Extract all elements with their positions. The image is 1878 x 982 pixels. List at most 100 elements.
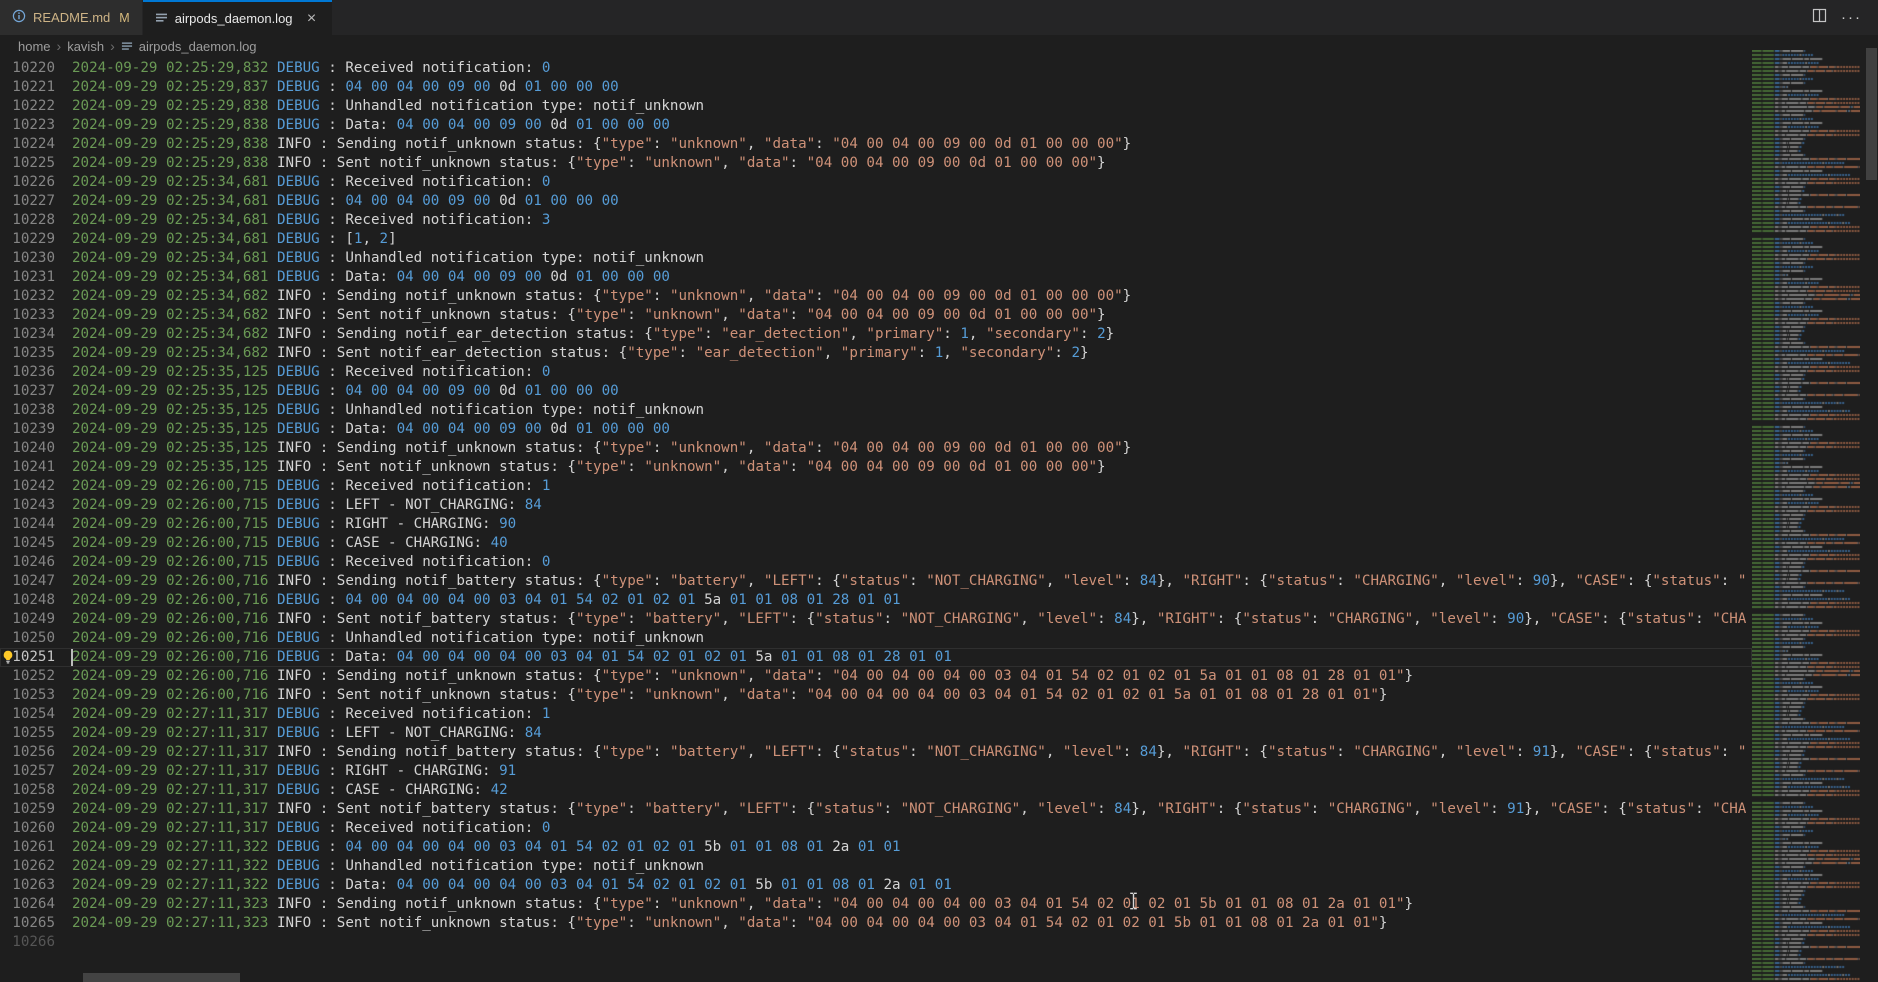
split-editor-icon[interactable] [1812, 8, 1827, 28]
log-line[interactable]: 102312024-09-29 02:25:34,681 DEBUG : Dat… [0, 268, 1752, 287]
log-line[interactable]: 102282024-09-29 02:25:34,681 DEBUG : Rec… [0, 211, 1752, 230]
log-line[interactable]: 102252024-09-29 02:25:29,838 INFO : Sent… [0, 154, 1752, 173]
lightbulb-icon[interactable] [1, 650, 15, 664]
line-number[interactable]: 10220 [0, 59, 55, 78]
line-number[interactable]: 10232 [0, 287, 55, 306]
log-line[interactable]: 102272024-09-29 02:25:34,681 DEBUG : 04 … [0, 192, 1752, 211]
line-number[interactable]: 10225 [0, 154, 55, 173]
line-number[interactable]: 10235 [0, 344, 55, 363]
log-line[interactable]: 102542024-09-29 02:27:11,317 DEBUG : Rec… [0, 705, 1752, 724]
line-number[interactable]: 10229 [0, 230, 55, 249]
line-number[interactable]: 10233 [0, 306, 55, 325]
line-number[interactable]: 10238 [0, 401, 55, 420]
line-number[interactable]: 10237 [0, 382, 55, 401]
log-line[interactable]: 102382024-09-29 02:25:35,125 DEBUG : Unh… [0, 401, 1752, 420]
log-line[interactable]: 102262024-09-29 02:25:34,681 DEBUG : Rec… [0, 173, 1752, 192]
more-actions-icon[interactable]: ··· [1841, 9, 1862, 26]
line-number[interactable]: 10224 [0, 135, 55, 154]
line-number[interactable]: 10241 [0, 458, 55, 477]
line-number[interactable]: 10226 [0, 173, 55, 192]
breadcrumb-item-kavish[interactable]: kavish [67, 39, 104, 54]
line-number[interactable]: 10260 [0, 819, 55, 838]
line-number[interactable]: 10234 [0, 325, 55, 344]
line-number[interactable]: 10247 [0, 572, 55, 591]
log-line[interactable]: 102422024-09-29 02:26:00,715 DEBUG : Rec… [0, 477, 1752, 496]
log-line[interactable]: 102562024-09-29 02:27:11,317 INFO : Send… [0, 743, 1752, 762]
log-line[interactable]: 102502024-09-29 02:26:00,716 DEBUG : Unh… [0, 629, 1752, 648]
log-line[interactable]: 102212024-09-29 02:25:29,837 DEBUG : 04 … [0, 78, 1752, 97]
log-line[interactable]: 102332024-09-29 02:25:34,682 INFO : Sent… [0, 306, 1752, 325]
minimap[interactable] [1752, 50, 1860, 982]
line-number[interactable]: 10246 [0, 553, 55, 572]
line-number[interactable]: 10243 [0, 496, 55, 515]
line-number[interactable]: 10230 [0, 249, 55, 268]
log-line[interactable]: 102372024-09-29 02:25:35,125 DEBUG : 04 … [0, 382, 1752, 401]
line-number[interactable]: 10253 [0, 686, 55, 705]
line-number[interactable]: 10228 [0, 211, 55, 230]
line-number[interactable]: 10249 [0, 610, 55, 629]
close-icon[interactable]: × [304, 12, 320, 26]
line-number[interactable]: 10244 [0, 515, 55, 534]
log-line[interactable]: 102232024-09-29 02:25:29,838 DEBUG : Dat… [0, 116, 1752, 135]
line-number[interactable]: 10266 [0, 933, 55, 952]
log-line[interactable]: 102572024-09-29 02:27:11,317 DEBUG : RIG… [0, 762, 1752, 781]
line-number[interactable]: 10263 [0, 876, 55, 895]
line-number[interactable]: 10240 [0, 439, 55, 458]
log-line[interactable]: 102442024-09-29 02:26:00,715 DEBUG : RIG… [0, 515, 1752, 534]
log-line[interactable]: 102352024-09-29 02:25:34,682 INFO : Sent… [0, 344, 1752, 363]
log-line[interactable]: 102302024-09-29 02:25:34,681 DEBUG : Unh… [0, 249, 1752, 268]
breadcrumb-item-file[interactable]: airpods_daemon.log [139, 39, 257, 54]
log-line[interactable]: 102292024-09-29 02:25:34,681 DEBUG : [1,… [0, 230, 1752, 249]
editor-content[interactable]: 102202024-09-29 02:25:29,832 DEBUG : Rec… [0, 57, 1752, 982]
log-line[interactable]: 102492024-09-29 02:26:00,716 INFO : Sent… [0, 610, 1752, 629]
log-line[interactable]: 102362024-09-29 02:25:35,125 DEBUG : Rec… [0, 363, 1752, 382]
line-number[interactable]: 10221 [0, 78, 55, 97]
line-number[interactable]: 10258 [0, 781, 55, 800]
log-line[interactable]: 102632024-09-29 02:27:11,322 DEBUG : Dat… [0, 876, 1752, 895]
log-line[interactable]: 102392024-09-29 02:25:35,125 DEBUG : Dat… [0, 420, 1752, 439]
line-number[interactable]: 10255 [0, 724, 55, 743]
line-number[interactable]: 10264 [0, 895, 55, 914]
log-line[interactable]: 102532024-09-29 02:26:00,716 INFO : Sent… [0, 686, 1752, 705]
log-line[interactable]: 102652024-09-29 02:27:11,323 INFO : Sent… [0, 914, 1752, 933]
log-line[interactable]: 102602024-09-29 02:27:11,317 DEBUG : Rec… [0, 819, 1752, 838]
breadcrumb-item-home[interactable]: home [18, 39, 51, 54]
log-line[interactable]: 102432024-09-29 02:26:00,715 DEBUG : LEF… [0, 496, 1752, 515]
line-number[interactable]: 10265 [0, 914, 55, 933]
log-line[interactable]: 102582024-09-29 02:27:11,317 DEBUG : CAS… [0, 781, 1752, 800]
log-line[interactable]: 10266 [0, 933, 1752, 952]
log-line[interactable]: 102622024-09-29 02:27:11,322 DEBUG : Unh… [0, 857, 1752, 876]
log-line[interactable]: 102322024-09-29 02:25:34,682 INFO : Send… [0, 287, 1752, 306]
line-number[interactable]: 10231 [0, 268, 55, 287]
line-number[interactable]: 10248 [0, 591, 55, 610]
tab-airpods-daemon-log[interactable]: airpods_daemon.log × [143, 0, 332, 35]
log-line[interactable]: 102472024-09-29 02:26:00,716 INFO : Send… [0, 572, 1752, 591]
line-number[interactable]: 10250 [0, 629, 55, 648]
line-number[interactable]: 10227 [0, 192, 55, 211]
log-line[interactable]: 102522024-09-29 02:26:00,716 INFO : Send… [0, 667, 1752, 686]
log-line[interactable]: 102462024-09-29 02:26:00,715 DEBUG : Rec… [0, 553, 1752, 572]
log-line[interactable]: 102512024-09-29 02:26:00,716 DEBUG : Dat… [0, 648, 1752, 667]
line-number[interactable]: 10236 [0, 363, 55, 382]
log-line[interactable]: 102552024-09-29 02:27:11,317 DEBUG : LEF… [0, 724, 1752, 743]
line-number[interactable]: 10259 [0, 800, 55, 819]
log-line[interactable]: 102402024-09-29 02:25:35,125 INFO : Send… [0, 439, 1752, 458]
log-line[interactable]: 102202024-09-29 02:25:29,832 DEBUG : Rec… [0, 59, 1752, 78]
horizontal-scrollbar[interactable] [83, 973, 240, 982]
line-number[interactable]: 10239 [0, 420, 55, 439]
log-line[interactable]: 102452024-09-29 02:26:00,715 DEBUG : CAS… [0, 534, 1752, 553]
tab-readme[interactable]: README.md M [0, 0, 143, 35]
line-number[interactable]: 10222 [0, 97, 55, 116]
line-number[interactable]: 10256 [0, 743, 55, 762]
line-number[interactable]: 10252 [0, 667, 55, 686]
line-number[interactable]: 10257 [0, 762, 55, 781]
line-number[interactable]: 10223 [0, 116, 55, 135]
line-number[interactable]: 10245 [0, 534, 55, 553]
log-line[interactable]: 102642024-09-29 02:27:11,323 INFO : Send… [0, 895, 1752, 914]
line-number[interactable]: 10262 [0, 857, 55, 876]
log-line[interactable]: 102412024-09-29 02:25:35,125 INFO : Sent… [0, 458, 1752, 477]
log-line[interactable]: 102482024-09-29 02:26:00,716 DEBUG : 04 … [0, 591, 1752, 610]
line-number[interactable]: 10242 [0, 477, 55, 496]
log-line[interactable]: 102342024-09-29 02:25:34,682 INFO : Send… [0, 325, 1752, 344]
log-line[interactable]: 102222024-09-29 02:25:29,838 DEBUG : Unh… [0, 97, 1752, 116]
